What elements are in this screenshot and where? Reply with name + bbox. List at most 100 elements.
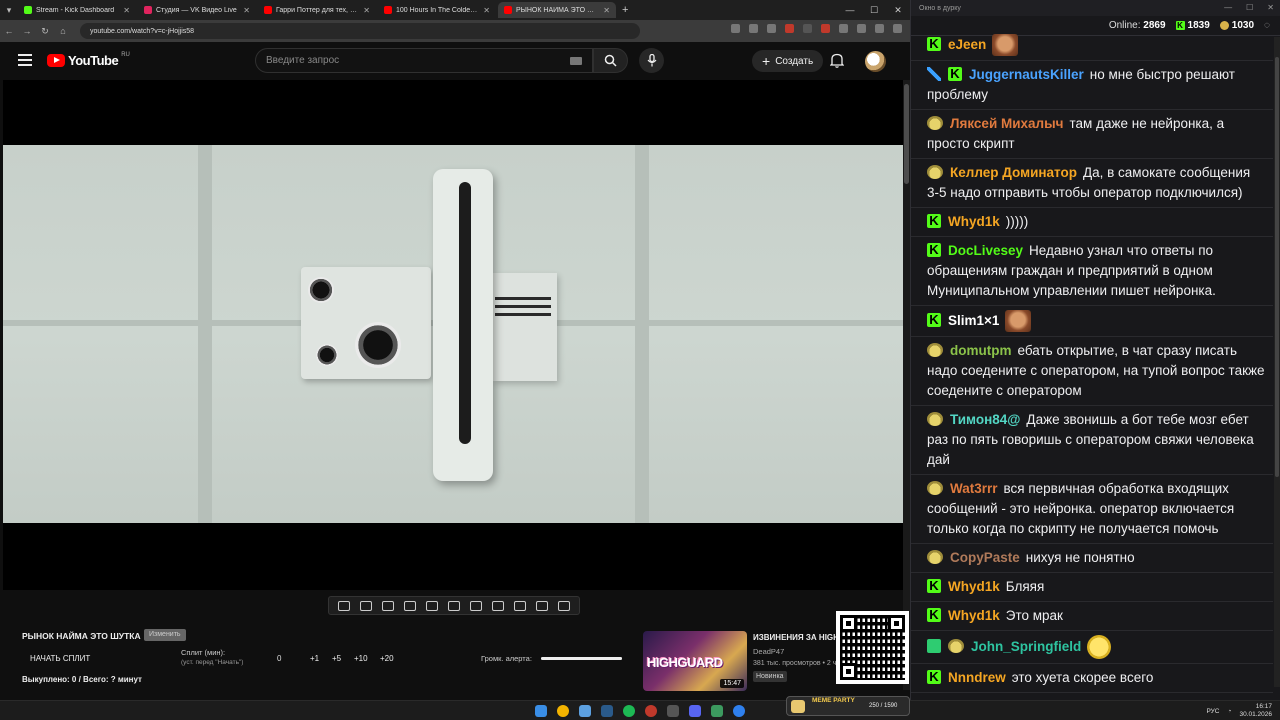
language-indicator[interactable]: РУС <box>1206 708 1219 715</box>
notifications-bell-icon[interactable] <box>829 53 845 73</box>
hamburger-menu-icon[interactable] <box>18 54 32 66</box>
minimize-icon[interactable]: — <box>838 0 862 20</box>
start-icon[interactable] <box>535 705 547 717</box>
recommendation-thumbnail[interactable]: HIGHGUARD 15:47 <box>643 631 747 691</box>
tab-close-icon[interactable]: ✕ <box>123 6 130 15</box>
split-minutes-value[interactable]: 0 <box>277 654 281 663</box>
youtube-header: YouTube RU + Создать <box>0 42 910 80</box>
extension-icon[interactable] <box>785 24 794 33</box>
app-icon[interactable] <box>579 705 591 717</box>
chat-username[interactable]: John_Springfield <box>971 639 1081 654</box>
chat-username[interactable]: Wat3rrr <box>950 481 998 496</box>
split-step-button[interactable]: +1 <box>310 654 319 663</box>
browser-tab[interactable]: Гарри Поттер для тех, кто выр✕ <box>258 2 376 18</box>
recommendation-title[interactable]: ИЗВИНЕНИЯ ЗА HIGHGUARD <box>753 633 837 642</box>
spotify-icon[interactable] <box>623 705 635 717</box>
forward-icon[interactable]: → <box>18 26 36 36</box>
wifi-icon[interactable]: ◔ <box>1228 708 1232 715</box>
chat-scrollbar[interactable] <box>1274 37 1280 687</box>
chat-username[interactable]: domutpm <box>950 343 1012 358</box>
tab-close-icon[interactable]: ✕ <box>483 6 490 15</box>
chat-username[interactable]: Whyd1k <box>948 214 1000 229</box>
back-icon[interactable]: ← <box>0 26 18 36</box>
chrome-icon[interactable] <box>557 705 569 717</box>
extensions-puzzle-icon[interactable] <box>839 24 848 33</box>
telegram-icon[interactable] <box>733 705 745 717</box>
meme-party-widget[interactable]: MEME PARTY 250 / 1590 <box>786 696 910 716</box>
speed-icon[interactable] <box>470 600 482 611</box>
settings-gear-icon[interactable] <box>558 600 570 611</box>
view-icon[interactable] <box>382 600 394 611</box>
split-step-button[interactable]: +5 <box>332 654 341 663</box>
chat-username[interactable]: DocLivesey <box>948 243 1023 258</box>
page-scrollbar[interactable] <box>903 80 910 690</box>
minimize-icon[interactable]: — <box>1224 0 1232 16</box>
loop-icon[interactable] <box>338 600 350 611</box>
recommendation-channel[interactable]: DeadP47 <box>753 647 784 656</box>
home-icon[interactable]: ⌂ <box>54 26 72 36</box>
menu-icon[interactable] <box>893 24 902 33</box>
coin-icon <box>1219 21 1229 30</box>
browser-tab[interactable]: Stream - Kick Dashboard ✕ <box>18 2 136 18</box>
zoom-icon[interactable] <box>731 24 740 33</box>
film-icon[interactable] <box>404 600 416 611</box>
subtitles-icon[interactable] <box>448 600 460 611</box>
chat-username[interactable]: Slim1×1 <box>948 313 999 328</box>
chat-username[interactable]: Whyd1k <box>948 608 1000 623</box>
share-icon[interactable] <box>749 24 758 33</box>
chat-username[interactable]: eJeen <box>948 37 986 52</box>
chat-username[interactable]: Келлер Доминатор <box>950 165 1077 180</box>
chat-username[interactable]: CopyPaste <box>950 550 1020 565</box>
browser-tab[interactable]: РЫНОК НАЙМА ЭТО ШУТК ✕ <box>498 2 616 18</box>
close-icon[interactable]: ✕ <box>886 0 910 20</box>
search-button[interactable] <box>593 48 628 73</box>
obs-icon[interactable] <box>645 705 657 717</box>
chat-username[interactable]: Тимон84@ <box>950 412 1020 427</box>
start-split-button[interactable]: НАЧАТЬ СПЛИТ <box>30 654 90 663</box>
keyboard-icon[interactable] <box>570 57 582 65</box>
url-field[interactable]: youtube.com/watch?v=c-jHojjis58 <box>80 23 640 39</box>
app-icon[interactable] <box>711 705 723 717</box>
tab-close-icon[interactable]: ✕ <box>363 6 370 15</box>
tab-search-icon[interactable]: ▾ <box>0 5 18 16</box>
search-input[interactable] <box>266 55 556 66</box>
screenshot-icon[interactable] <box>514 600 526 611</box>
maximize-icon[interactable]: ☐ <box>1246 0 1253 16</box>
audio-icon[interactable] <box>360 600 372 611</box>
chat-username[interactable]: Ляксей Михалыч <box>950 116 1064 131</box>
split-status: Выкуплено: 0 / Всего: ? минут <box>22 675 142 684</box>
app-icon[interactable] <box>667 705 679 717</box>
split-step-button[interactable]: +10 <box>354 654 368 663</box>
chat-username[interactable]: JuggernautsKiller <box>969 67 1084 82</box>
clock[interactable]: 16:17 30.01.2026 <box>1239 703 1272 719</box>
account-avatar[interactable] <box>865 51 886 72</box>
split-title: РЫНОК НАЙМА ЭТО ШУТКА <box>22 631 141 641</box>
chat-username[interactable]: Whyd1k <box>948 579 1000 594</box>
new-tab-button[interactable]: + <box>622 4 628 16</box>
browser-tab[interactable]: 100 Hours In The Coldest City i ✕ <box>378 2 496 18</box>
split-step-button[interactable]: +20 <box>380 654 394 663</box>
split-edit-button[interactable]: Изменить <box>144 629 186 641</box>
youtube-logo[interactable]: YouTube RU <box>47 52 130 68</box>
app-icon[interactable] <box>689 705 701 717</box>
browser-tab[interactable]: Студия — VK Видео Live ✕ <box>138 2 256 18</box>
steam-icon[interactable] <box>601 705 613 717</box>
bookmark-icon[interactable] <box>767 24 776 33</box>
profile-icon[interactable] <box>875 24 884 33</box>
extension-icon[interactable] <box>803 24 812 33</box>
picture-in-picture-icon[interactable] <box>426 600 438 611</box>
create-button[interactable]: + Создать <box>752 50 824 72</box>
video-player[interactable] <box>3 80 904 590</box>
clip-icon[interactable] <box>492 600 504 611</box>
close-icon[interactable]: ✕ <box>1267 0 1274 16</box>
tab-close-icon[interactable]: ✕ <box>603 6 610 15</box>
maximize-icon[interactable]: ☐ <box>862 0 886 20</box>
tab-close-icon[interactable]: ✕ <box>243 6 250 15</box>
download-icon[interactable] <box>857 24 866 33</box>
lab-icon[interactable] <box>536 600 548 611</box>
chat-username[interactable]: Nnndrew <box>948 670 1006 685</box>
extension-icon[interactable] <box>821 24 830 33</box>
voice-search-button[interactable] <box>639 48 664 73</box>
reload-icon[interactable]: ↻ <box>36 26 54 37</box>
alert-volume-slider[interactable] <box>541 657 622 660</box>
